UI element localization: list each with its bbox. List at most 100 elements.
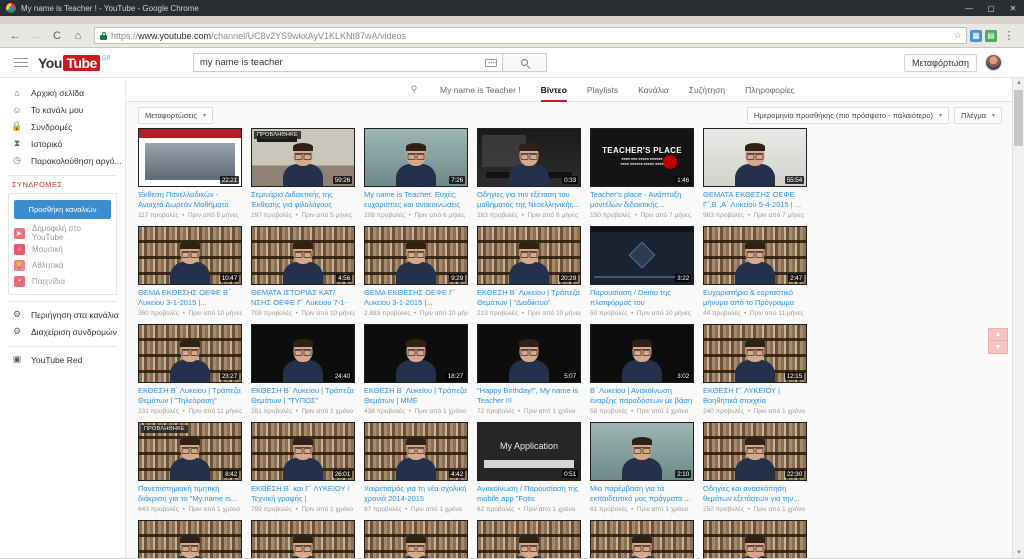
video-thumbnail[interactable]: 17:59 [703,520,807,558]
sidebar-item-home[interactable]: ⌂ Αρχική σελίδα [0,84,125,101]
video-card[interactable]: 17:59 [703,520,807,558]
minimize-button[interactable]: — [958,0,980,16]
tab-discussion[interactable]: Συζήτηση [689,78,725,102]
address-bar[interactable]: https://www.youtube.com/channel/UC8v2YS9… [94,27,967,44]
hamburger-icon[interactable] [14,55,28,70]
video-thumbnail[interactable]: 24:40 [251,324,355,383]
reload-icon[interactable]: C [48,27,66,45]
add-channels-button[interactable]: Προσθήκη καναλιών [14,200,111,219]
video-card[interactable]: 20:29 ΕΚΘΕΣΗ Β΄ Λυκείου | Τράπεζα Θεμάτων… [477,226,581,317]
video-card[interactable]: 14:08 [477,520,581,558]
video-title[interactable]: Ανακοίνωση / Παρουσίαση της mobile app "… [477,484,581,504]
scroll-down-arrow-icon[interactable]: ▼ [1015,549,1023,557]
video-title[interactable]: Χαιρετισμός για τη νέα σχολική χρονιά 20… [364,484,468,504]
video-thumbnail[interactable]: 5:07 [477,324,581,383]
video-title[interactable]: ΕΚΘΕΣΗ Γ΄ ΛΥΚΕΙΟΥ | Βοηθητικά στοιχεία α… [703,386,807,406]
tab-about[interactable]: Πληροφορίες [745,78,795,102]
video-card[interactable]: 4:56 ΘΕΜΑΤΑ ΙΣΤΟΡΙΑΣ ΚΑΤ/ΝΣΗΣ ΟΕΦΕ Γ΄ Λυκ… [251,226,355,317]
video-card[interactable]: ΠΡΟΒΛΗΘΗΚΕ 8:42 Πανεπιστημιακή τιμητική δι… [138,422,242,513]
upload-button[interactable]: Μεταφόρτωση [904,53,977,72]
close-window-button[interactable]: ✕ [1002,0,1024,16]
video-card[interactable]: My Application 0:51 Ανακοίνωση / Παρουσίασ… [477,422,581,513]
video-thumbnail[interactable]: 10:47 [138,226,242,285]
video-thumbnail[interactable]: 4:56 [251,226,355,285]
tab-channel-name[interactable]: My name is Teacher ! [440,78,521,102]
video-card[interactable]: 22:30 Οδηγίες και ανασκόπηση θεμάτων εξετ… [703,422,807,513]
video-card[interactable]: 7:26 My name is Teacher. Ευχές, ευχαριστί… [364,128,468,219]
video-card[interactable]: 10:47 ΘΕΜΑ ΕΚΘΕΣΗΣ ΟΕΦΕ Β΄ Λυκείου 3-1-20… [138,226,242,317]
video-title[interactable]: Μια παρέμβαση για τα εκπαιδευτικά μας πρ… [590,484,694,504]
video-card[interactable]: 12:15 ΕΚΘΕΣΗ Γ΄ ΛΥΚΕΙΟΥ | Βοηθητικά στοιχ… [703,324,807,415]
browser-tab-title[interactable]: My name is Teacher ! - YouTube - Google … [21,4,199,13]
video-thumbnail[interactable]: 4:42 [364,422,468,481]
video-thumbnail[interactable]: 16:19 [138,520,242,558]
sidebar-item-my-channel[interactable]: ☺ Το κανάλι μου [0,101,125,118]
maximize-button[interactable]: ▢ [980,0,1002,16]
bookmark-star-icon[interactable]: ☆ [954,30,962,41]
tab-videos[interactable]: Βίντεο [540,78,568,102]
video-card[interactable]: TEACHER'S PLACE ■■■■ ■■■ ■■■■■ ■■■■■■ ■■■■… [590,128,694,219]
search-input[interactable]: my name is teacher [192,53,503,72]
extension-icon-blue[interactable]: ▦ [970,29,982,42]
video-thumbnail[interactable]: 2:10 [590,422,694,481]
sidebar-item-gaming[interactable]: ▪ Παιχνίδια [14,273,111,289]
video-thumbnail[interactable]: My Application 0:51 [477,422,581,481]
page-scrollbar[interactable]: ▲ ▼ [1012,78,1024,558]
video-thumbnail[interactable]: 18:27 [364,324,468,383]
video-title[interactable]: ΕΚΘΕΣΗ Β΄ Λυκείου | Τράπεζα Θεμάτων | "Τ… [251,386,355,406]
sidebar-item-youtube-red[interactable]: ▣ YouTube Red [0,351,125,368]
video-title[interactable]: Teacher's place - Ανάπτυξη μοντέλων διδα… [590,190,694,210]
sidebar-item-browse-channels[interactable]: ⚙ Περιήγηση στα κανάλια [0,306,125,323]
video-thumbnail[interactable]: 55:54 [703,128,807,187]
video-card[interactable]: 26:01 ΕΚΘΕΣΗ Β΄ και Γ΄ ΛΥΚΕΙΟΥ / Τεχνική … [251,422,355,513]
video-card[interactable]: 9:29 ΘΕΜΑ ΕΚΘΕΣΗΣ ΟΕΦΕ Γ΄ Λυκείου 3-1-201… [364,226,468,317]
sidebar-item-history[interactable]: ⧗ Ιστορικό [0,135,125,152]
video-title[interactable]: Έκθεση Πανελλαδικών - Ανοιχτά Δωρεάν Μαθ… [138,190,242,210]
sidebar-item-subscriptions[interactable]: 🔒 Συνδρομές [0,118,125,135]
video-thumbnail[interactable]: 22:30 [703,422,807,481]
youtube-logo[interactable]: You Tube GR [38,54,111,71]
video-title[interactable]: ΕΚΘΕΣΗ Β΄ Λυκείου | Τράπεζα Θεμάτων | ΜΜ… [364,386,468,406]
video-card[interactable]: 18:05 [590,520,694,558]
video-title[interactable]: ΘΕΜΑ ΕΚΘΕΣΗΣ ΟΕΦΕ Β΄ Λυκείου 3-1-2015 |.… [138,288,242,308]
video-card[interactable]: 18:27 ΕΚΘΕΣΗ Β΄ Λυκείου | Τράπεζα Θεμάτων… [364,324,468,415]
jump-up-button[interactable]: ▲ [988,328,1008,341]
video-thumbnail[interactable]: 7:26 [364,128,468,187]
video-thumbnail[interactable]: 20:29 [477,226,581,285]
sidebar-item-watch-later[interactable]: ◷ Παρακολούθηση αργό... [0,152,125,169]
extension-icon-green[interactable]: ▤ [985,29,997,42]
forward-icon[interactable]: → [27,27,45,45]
sidebar-item-music[interactable]: ♪ Μουσική [14,241,111,257]
video-card[interactable]: 23:27 ΕΚΘΕΣΗ Β΄ Λυκείου | Τράπεζα Θεμάτων… [138,324,242,415]
keyboard-icon[interactable] [484,58,497,67]
video-thumbnail[interactable]: 14:08 [477,520,581,558]
video-card[interactable]: 55:54 ΘΕΜΑΤΑ ΕΚΘΕΣΗΣ ΟΕΦΕ Γ΄,Β΄,Α΄ Λυκείο… [703,128,807,219]
video-card[interactable]: ΠΡΟΒΛΗΘΗΚΕ 59:26 Σεμινάριο Διδακτικής της … [251,128,355,219]
video-card[interactable]: 3:02 Β΄ Λυκείου | Ανακοίνωση έναρξης παρα… [590,324,694,415]
video-title[interactable]: Οδηγίες και ανασκόπηση θεμάτων εξετάσεων… [703,484,807,504]
video-title[interactable]: Ευχαριστήριο & εορταστικό μήνυμα από το … [703,288,807,308]
video-thumbnail[interactable]: 26:01 [251,422,355,481]
video-thumbnail[interactable]: 3:22 [590,226,694,285]
video-title[interactable]: ΘΕΜΑΤΑ ΕΚΘΕΣΗΣ ΟΕΦΕ Γ΄,Β΄,Α΄ Λυκείου 5-4… [703,190,807,210]
tab-playlists[interactable]: Playlists [587,78,618,102]
avatar[interactable] [985,54,1002,71]
video-title[interactable]: Σεμινάριο Διδακτικής της Έκθεσης για φιλ… [251,190,355,210]
video-card[interactable]: 4:42 Χαιρετισμός για τη νέα σχολική χρονι… [364,422,468,513]
video-card[interactable]: 0:33 Οδηγίες για την εξέταση του μαθήματο… [477,128,581,219]
video-thumbnail[interactable]: 29:34 [251,520,355,558]
sidebar-item-popular[interactable]: ▶ Δημοφιλή στο YouTube [14,224,111,242]
view-filter-dropdown[interactable]: Πλέγμα ▾ [954,106,1002,124]
sort-filter-dropdown[interactable]: Ημερομηνία προσθήκης (πιο πρόσφατο - παλ… [746,106,950,124]
video-card[interactable]: 2:47 Ευχαριστήριο & εορταστικό μήνυμα από… [703,226,807,317]
video-title[interactable]: ΕΚΘΕΣΗ Β΄ Λυκείου | Τράπεζα Θεμάτων | "Τ… [138,386,242,406]
video-thumbnail[interactable]: 23:27 [138,324,242,383]
video-title[interactable]: Β΄ Λυκείου | Ανακοίνωση έναρξης παραδόσε… [590,386,694,406]
video-card[interactable]: 7:49 [364,520,468,558]
pin-icon[interactable]: ⚲ [408,84,420,96]
search-button[interactable] [502,53,547,72]
video-card[interactable]: 29:34 [251,520,355,558]
sidebar-item-sports[interactable]: 🏆 Αθλητικά [14,257,111,273]
scroll-up-arrow-icon[interactable]: ▲ [1015,79,1023,87]
video-title[interactable]: ΕΚΘΕΣΗ Β΄ Λυκείου | Τράπεζα Θεμάτων | "Δ… [477,288,581,308]
